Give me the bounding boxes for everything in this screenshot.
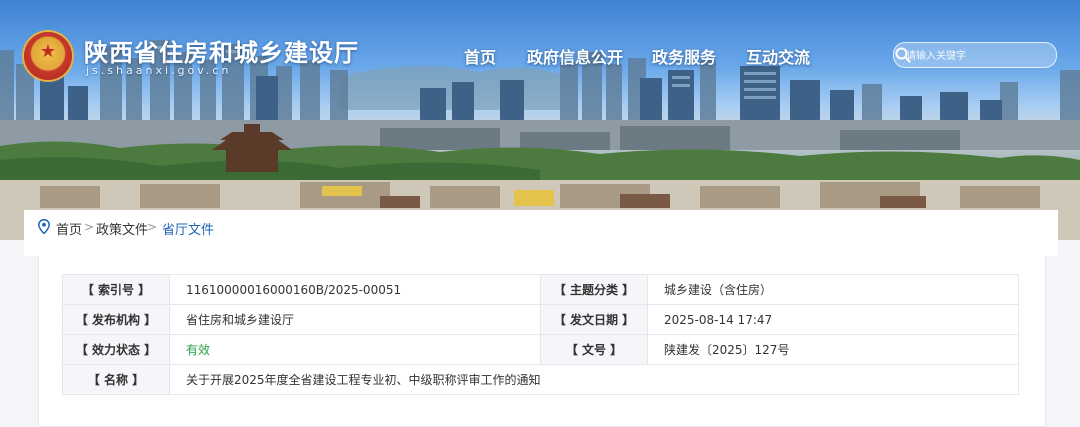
document-number-value: 陕建发〔2025〕127号: [647, 334, 1019, 365]
table-row: 【 效力状态 】 有效 【 文号 】 陕建发〔2025〕127号: [62, 334, 1019, 365]
issue-date-label: 【 发文日期 】: [540, 304, 648, 335]
breadcrumb-separator: >: [147, 220, 158, 234]
document-title-label: 【 名称 】: [62, 364, 170, 395]
document-info-table: 【 索引号 】 11610000016000160B/2025-00051 【 …: [62, 274, 1019, 395]
document-title-value: 关于开展2025年度全省建设工程专业初、中级职称评审工作的通知: [169, 364, 1019, 395]
search-input[interactable]: [904, 46, 1028, 66]
topic-category-value: 城乡建设（含住房）: [647, 274, 1019, 305]
table-row: 【 发布机构 】 省住房和城乡建设厅 【 发文日期 】 2025-08-14 1…: [62, 304, 1019, 335]
index-number-label: 【 索引号 】: [62, 274, 170, 305]
breadcrumb-policy-docs[interactable]: 政策文件: [96, 219, 148, 238]
site-title: 陕西省住房和城乡建设厅: [84, 38, 359, 67]
site-domain: js.shaanxi.gov.cn: [86, 64, 232, 77]
issuing-agency-label: 【 发布机构 】: [62, 304, 170, 335]
table-row: 【 索引号 】 11610000016000160B/2025-00051 【 …: [62, 274, 1019, 305]
search-icon[interactable]: [894, 46, 912, 64]
topic-category-label: 【 主题分类 】: [540, 274, 648, 305]
national-emblem-icon: ★: [24, 32, 72, 80]
location-pin-icon: [38, 219, 50, 234]
validity-status-value: 有效: [169, 334, 541, 365]
nav-gov-info-disclosure[interactable]: 政府信息公开: [527, 44, 623, 68]
header-banner: ★ 陕西省住房和城乡建设厅 js.shaanxi.gov.cn 首页 政府信息公…: [0, 0, 1080, 240]
breadcrumb-current[interactable]: 省厅文件: [162, 219, 214, 238]
index-number-value: 11610000016000160B/2025-00051: [169, 274, 541, 305]
nav-home[interactable]: 首页: [464, 44, 496, 68]
document-number-label: 【 文号 】: [540, 334, 648, 365]
breadcrumb-separator: >: [84, 220, 95, 234]
issuing-agency-value: 省住房和城乡建设厅: [169, 304, 541, 335]
validity-status-label: 【 效力状态 】: [62, 334, 170, 365]
nav-interaction[interactable]: 互动交流: [746, 44, 810, 68]
content-area: [24, 243, 1058, 256]
issue-date-value: 2025-08-14 17:47: [647, 304, 1019, 335]
breadcrumb-home[interactable]: 首页: [56, 219, 82, 238]
nav-gov-services[interactable]: 政务服务: [652, 44, 716, 68]
table-row: 【 名称 】 关于开展2025年度全省建设工程专业初、中级职称评审工作的通知: [62, 364, 1019, 395]
breadcrumb: 首页 > 政策文件 > 省厅文件: [24, 210, 1058, 243]
search-box: [893, 42, 1057, 68]
